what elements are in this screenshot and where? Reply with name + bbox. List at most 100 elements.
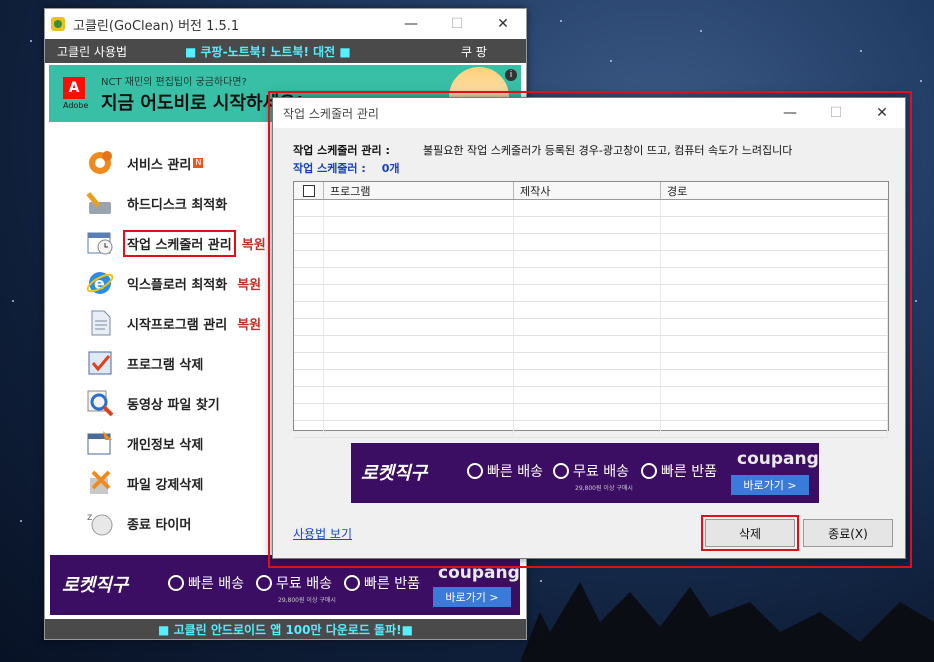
restore-link[interactable]: 복원 <box>237 274 261 293</box>
list-row[interactable] <box>294 302 888 319</box>
list-row[interactable] <box>294 200 888 217</box>
maximize-button[interactable]: ☐ <box>434 9 480 39</box>
select-all-checkbox[interactable] <box>294 182 324 199</box>
banner-subtext: NCT 재민의 편집팁이 궁금하다면? <box>101 77 247 88</box>
wrench-disk-icon <box>83 186 117 220</box>
coupang-go-button[interactable]: 바로가기 > <box>731 475 809 495</box>
menu-item-label: 시작프로그램 관리 <box>127 317 228 333</box>
feature-fast-delivery: 빠른 배송 <box>168 573 244 593</box>
menu-item-label: 프로그램 삭제 <box>127 357 204 373</box>
menu-item-label: 개인정보 삭제 <box>127 437 204 453</box>
feature-menu: 서비스 관리 N 하드디스크 최적화 작업 스케줄러 관리 복원 e 익스플로러 … <box>83 143 266 543</box>
count-key: 작업 스케줄러 : <box>293 162 366 175</box>
menu-promo-link[interactable]: ■ 쿠팡-노트북! 노트북! 대전 ■ <box>185 43 351 60</box>
menu-item-video-search[interactable]: 동영상 파일 찾기 <box>83 383 266 423</box>
list-row[interactable] <box>294 370 888 387</box>
dialog-maximize-button[interactable]: ☐ <box>813 98 859 128</box>
window-title: 고클린(GoClean) 버전 1.5.1 <box>73 18 240 34</box>
coupang-ad-banner-main[interactable]: 로켓직구 빠른 배송 무료 배송 29,800원 이상 구매시 빠른 반품 co… <box>50 555 520 615</box>
list-row[interactable] <box>294 319 888 336</box>
menu-item-label: 종료 타이머 <box>127 517 192 533</box>
coupang-subnote: 29,800원 이상 구매시 <box>278 597 336 604</box>
fast-return-icon <box>344 575 360 591</box>
column-maker[interactable]: 제작사 <box>514 182 661 199</box>
scheduler-dialog: 작업 스케줄러 관리 — ☐ ✕ 작업 스케줄러 관리 : 불필요한 작업 스케… <box>272 97 906 559</box>
menu-item-disk[interactable]: 하드디스크 최적화 <box>83 183 266 223</box>
calendar-clock-icon <box>83 226 117 260</box>
adobe-brand-text: Adobe <box>63 101 89 110</box>
coupang-rocket-text: 로켓직구 <box>62 575 129 596</box>
goclean-app-icon <box>51 17 65 31</box>
dialog-minimize-button[interactable]: — <box>767 98 813 128</box>
magnifier-icon <box>83 386 117 420</box>
feature-free-delivery: 무료 배송 <box>256 573 332 593</box>
menu-item-uninstall[interactable]: 프로그램 삭제 <box>83 343 266 383</box>
menu-bar: 고클린 사용법 ■ 쿠팡-노트북! 노트북! 대전 ■ 쿠 팡 <box>45 39 526 63</box>
free-delivery-icon <box>256 575 272 591</box>
new-badge: N <box>193 158 204 168</box>
checklist-icon <box>83 346 117 380</box>
menu-item-label: 작업 스케줄러 관리 <box>123 229 236 257</box>
feature-fast-return: 빠른 반품 <box>641 461 717 481</box>
count-value: 0개 <box>381 162 400 175</box>
gear-icon <box>83 146 117 180</box>
coupang-ad-banner-dialog[interactable]: 로켓직구 빠른 배송 무료 배송 29,800원 이상 구매시 빠른 반품 co… <box>351 443 819 503</box>
footer-promo-link[interactable]: ■ 고클린 안드로이드 앱 100만 다운로드 돌파!■ <box>45 619 526 639</box>
fast-delivery-icon <box>168 575 184 591</box>
menu-item-label: 익스플로러 최적화 <box>127 277 228 293</box>
list-row[interactable] <box>294 285 888 302</box>
coupang-logo: coupang <box>737 449 819 469</box>
list-row[interactable] <box>294 217 888 234</box>
ad-info-icon[interactable]: i <box>505 69 517 81</box>
list-row[interactable] <box>294 336 888 353</box>
list-row[interactable] <box>294 353 888 370</box>
feature-fast-delivery: 빠른 배송 <box>467 461 543 481</box>
coupang-logo: coupang <box>438 563 520 583</box>
fast-return-icon <box>641 463 657 479</box>
menu-guide-link[interactable]: 고클린 사용법 <box>57 43 127 60</box>
menu-item-explorer[interactable]: e 익스플로러 최적화 복원 <box>83 263 266 303</box>
dialog-title-bar: 작업 스케줄러 관리 — ☐ ✕ <box>273 98 905 128</box>
adobe-logo-icon: A <box>63 77 85 99</box>
list-row[interactable] <box>294 404 888 421</box>
sleep-timer-icon: z <box>83 506 117 540</box>
document-icon <box>83 306 117 340</box>
list-row[interactable] <box>294 268 888 285</box>
menu-item-service[interactable]: 서비스 관리 N <box>83 143 266 183</box>
menu-item-scheduler[interactable]: 작업 스케줄러 관리 복원 <box>83 223 266 263</box>
close-button[interactable]: ✕ <box>480 9 526 39</box>
free-delivery-icon <box>553 463 569 479</box>
description-key: 작업 스케줄러 관리 : <box>293 144 390 157</box>
delete-button[interactable]: 삭제 <box>701 515 799 551</box>
dialog-title: 작업 스케줄러 관리 <box>283 106 379 121</box>
menu-item-privacy[interactable]: 개인정보 삭제 <box>83 423 266 463</box>
list-row[interactable] <box>294 234 888 251</box>
menu-item-label: 파일 강제삭제 <box>127 477 204 493</box>
ie-icon: e <box>83 266 117 300</box>
exit-button[interactable]: 종료(X) <box>803 519 893 547</box>
list-row[interactable] <box>294 251 888 268</box>
minimize-button[interactable]: — <box>388 9 434 39</box>
title-bar: 고클린(GoClean) 버전 1.5.1 — ☐ ✕ <box>45 9 526 39</box>
fast-delivery-icon <box>467 463 483 479</box>
list-row[interactable] <box>294 421 888 438</box>
coupang-go-button[interactable]: 바로가기 > <box>433 587 511 607</box>
menu-item-force-delete[interactable]: 파일 강제삭제 <box>83 463 266 503</box>
menu-item-startup[interactable]: 시작프로그램 관리 복원 <box>83 303 266 343</box>
coupang-rocket-text: 로켓직구 <box>361 463 428 484</box>
feature-fast-return: 빠른 반품 <box>344 573 420 593</box>
scheduler-count: 작업 스케줄러 : 0개 <box>293 160 400 176</box>
restore-link[interactable]: 복원 <box>242 234 266 253</box>
menu-coupang-link[interactable]: 쿠 팡 <box>461 43 487 60</box>
feature-free-delivery: 무료 배송 <box>553 461 629 481</box>
list-row[interactable] <box>294 387 888 404</box>
list-header: 프로그램 제작사 경로 <box>294 182 888 200</box>
dialog-close-button[interactable]: ✕ <box>859 98 905 128</box>
column-path[interactable]: 경로 <box>661 182 888 199</box>
column-program[interactable]: 프로그램 <box>324 182 514 199</box>
restore-link[interactable]: 복원 <box>237 314 261 333</box>
menu-item-timer[interactable]: z 종료 타이머 <box>83 503 266 543</box>
help-link[interactable]: 사용법 보기 <box>293 525 352 542</box>
scheduler-list[interactable]: 프로그램 제작사 경로 <box>293 181 889 438</box>
privacy-window-icon <box>83 426 117 460</box>
